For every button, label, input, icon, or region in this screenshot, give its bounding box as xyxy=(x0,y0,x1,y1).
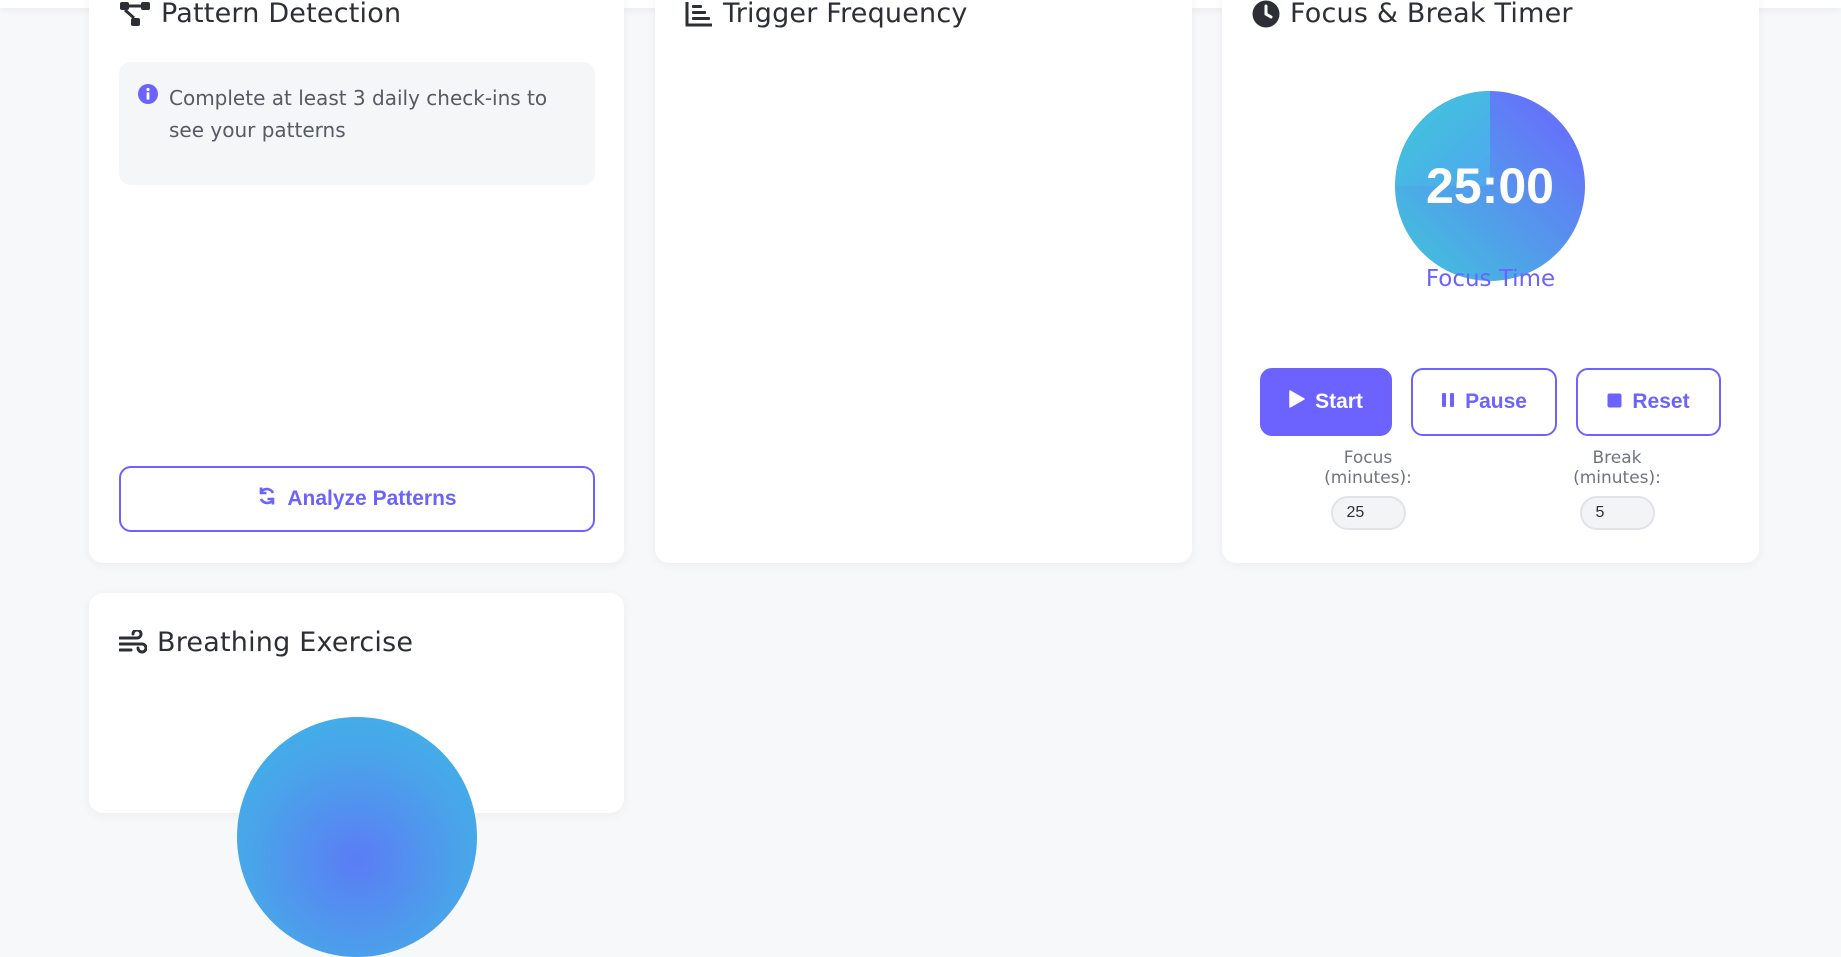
pause-button[interactable]: Pause xyxy=(1411,368,1557,436)
info-circle-icon xyxy=(138,84,158,108)
pattern-info-text: Complete at least 3 daily check-ins to s… xyxy=(169,86,548,142)
pattern-detection-card: Pattern Detection Complete at least 3 da… xyxy=(89,0,624,563)
reset-label: Reset xyxy=(1632,390,1690,413)
breathing-card-header: Breathing Exercise xyxy=(119,627,413,658)
pattern-card-header: Pattern Detection xyxy=(119,0,401,29)
bar-chart-icon xyxy=(685,1,713,27)
focus-timer-card: Focus & Break Timer 25:00 Focus Time Sta xyxy=(1222,0,1759,563)
timer-card-title: Focus & Break Timer xyxy=(1290,0,1573,29)
timer-mode-label: Focus Time xyxy=(1425,266,1556,292)
trigger-frequency-card: Trigger Frequency xyxy=(655,0,1192,563)
timer-display: 25:00 xyxy=(1426,158,1554,214)
pattern-card-title: Pattern Detection xyxy=(161,0,402,29)
refresh-icon xyxy=(257,486,277,512)
reset-button[interactable]: Reset xyxy=(1576,368,1721,436)
focus-minutes-label: Focus (minutes): xyxy=(1324,448,1412,488)
play-icon xyxy=(1289,390,1305,414)
pause-label: Pause xyxy=(1465,390,1527,413)
start-label: Start xyxy=(1315,390,1363,413)
break-minutes-setting: Break (minutes): xyxy=(1549,448,1685,530)
timer-card-header: Focus & Break Timer xyxy=(1252,0,1573,29)
stop-icon xyxy=(1607,390,1622,414)
trigger-card-header: Trigger Frequency xyxy=(685,0,968,29)
network-icon xyxy=(119,0,151,28)
trigger-card-title: Trigger Frequency xyxy=(723,0,968,29)
focus-minutes-input[interactable] xyxy=(1330,496,1406,530)
analyze-patterns-button[interactable]: Analyze Patterns xyxy=(119,466,595,532)
breathing-card-title: Breathing Exercise xyxy=(157,627,414,658)
wind-icon xyxy=(119,629,147,656)
pattern-info-box: Complete at least 3 daily check-ins to s… xyxy=(119,62,595,185)
start-button[interactable]: Start xyxy=(1260,368,1392,436)
breathing-circle xyxy=(237,717,477,957)
clock-icon xyxy=(1252,0,1280,28)
breathing-exercise-card: Breathing Exercise xyxy=(89,593,624,957)
break-minutes-input[interactable] xyxy=(1579,496,1655,530)
focus-minutes-setting: Focus (minutes): xyxy=(1300,448,1436,530)
analyze-patterns-label: Analyze Patterns xyxy=(287,487,457,510)
break-minutes-label: Break (minutes): xyxy=(1573,448,1661,488)
pause-icon xyxy=(1441,390,1455,414)
timer-circle: 25:00 xyxy=(1395,91,1585,281)
